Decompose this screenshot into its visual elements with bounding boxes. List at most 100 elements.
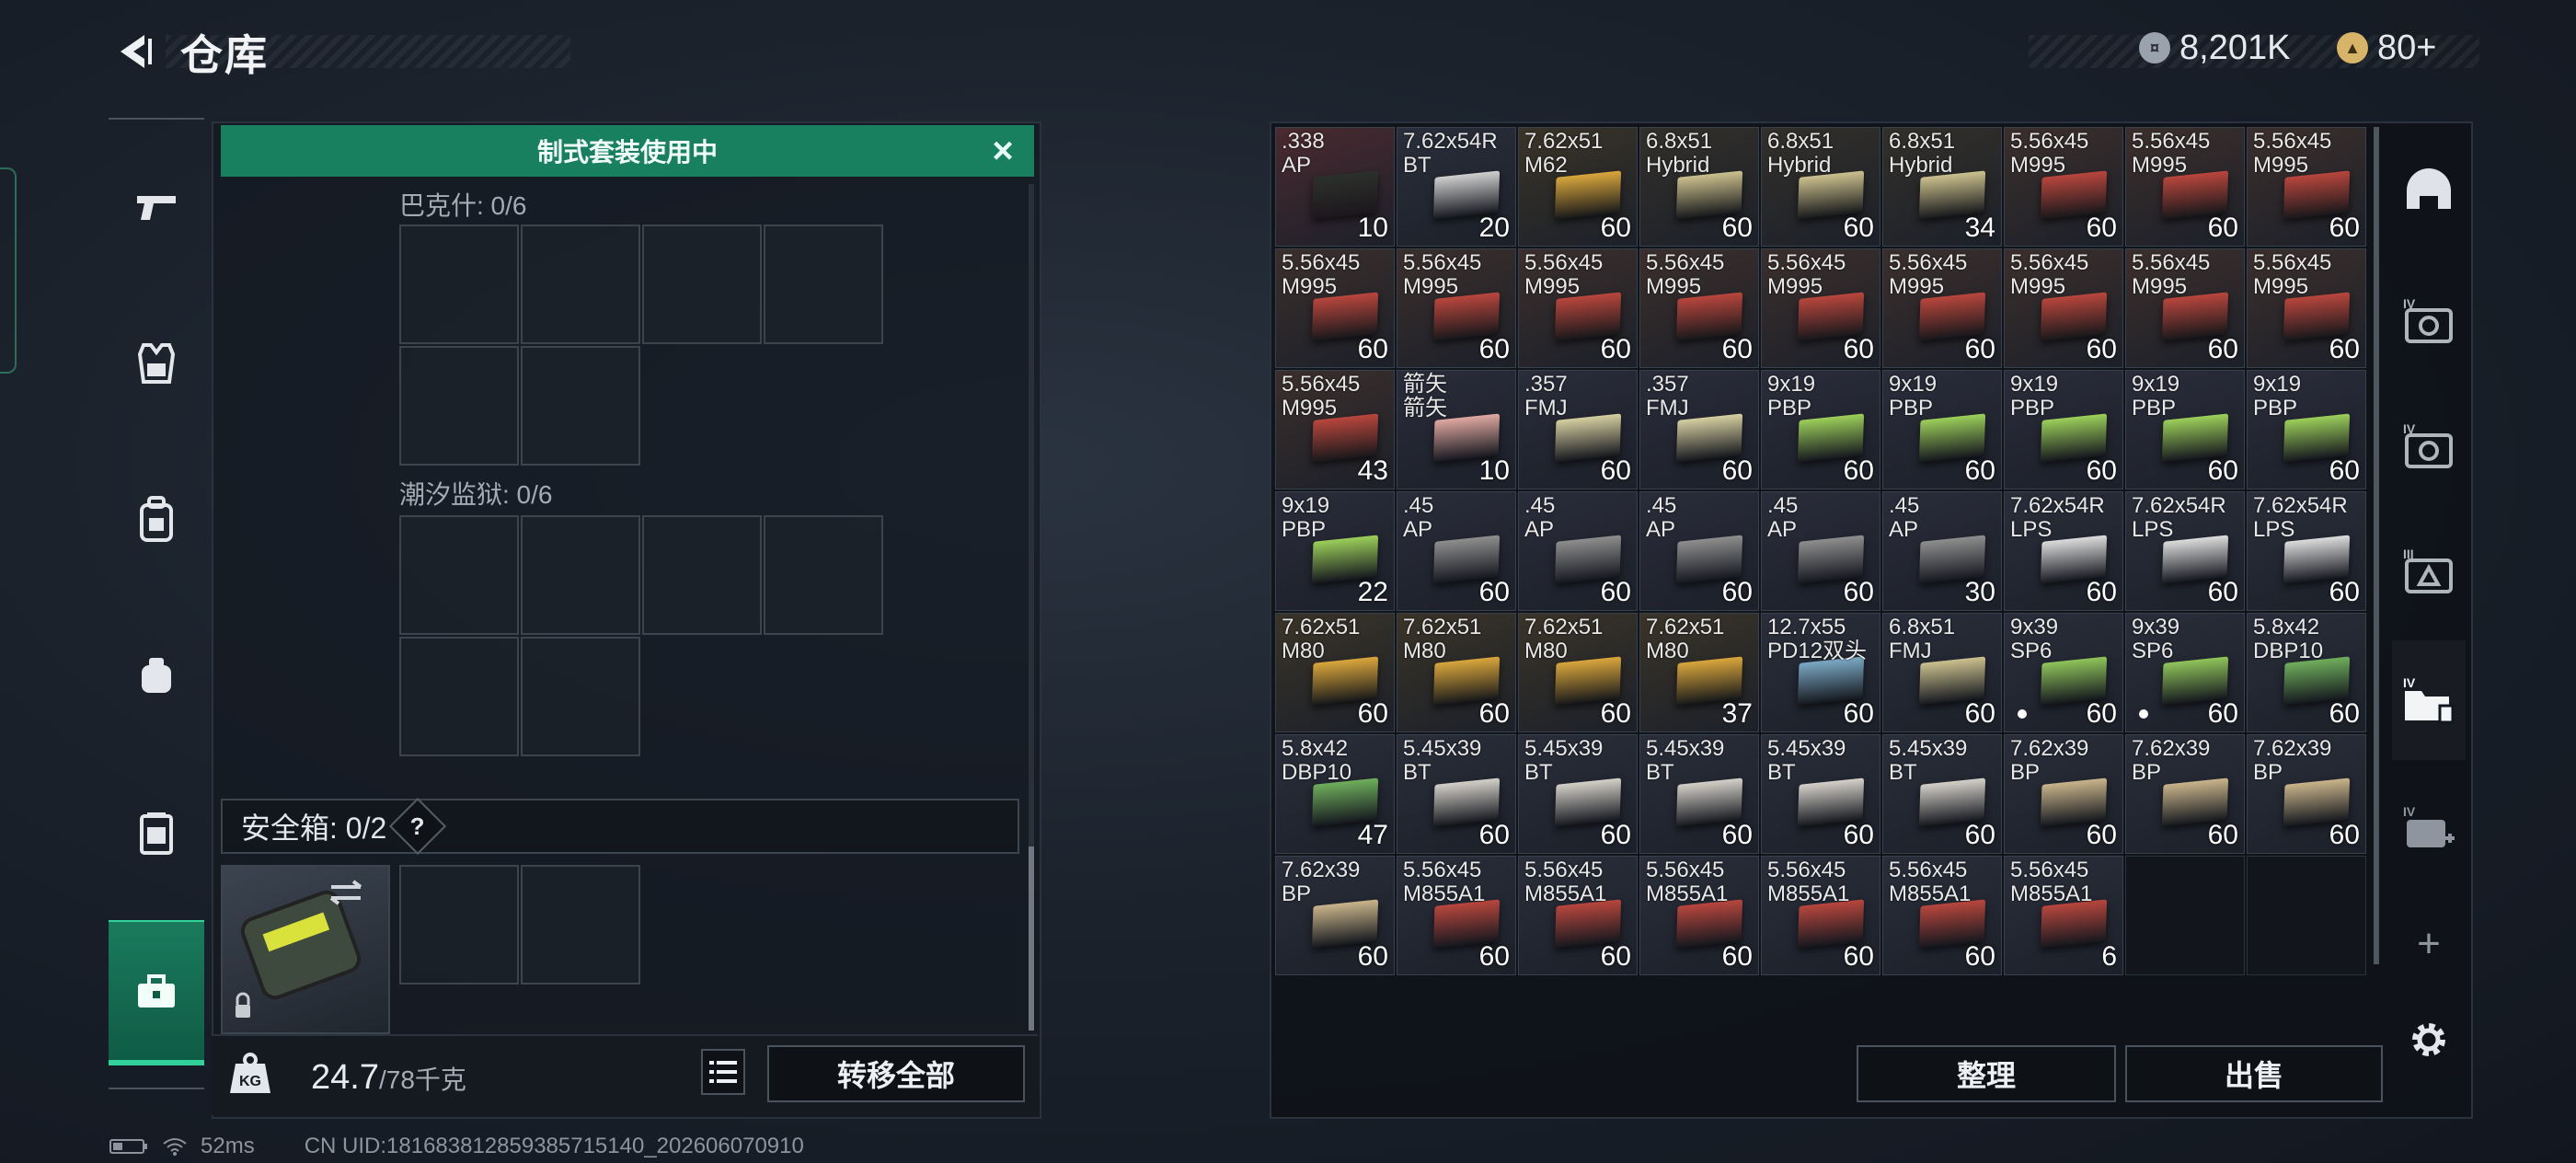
stash-tab-3[interactable]: IV xyxy=(2392,386,2466,506)
stash-item[interactable]: 5.56x45 M995 60 xyxy=(2004,248,2123,368)
stash-item[interactable]: 7.62x51 M80 60 xyxy=(1397,613,1516,732)
left-scrollbar-thumb[interactable] xyxy=(1029,846,1034,1031)
stash-item[interactable]: 5.56x45 M995 60 xyxy=(2247,127,2366,247)
stash-item[interactable]: 5.45x39 BT 60 xyxy=(1518,734,1638,854)
nav-weapon[interactable] xyxy=(109,138,204,276)
grid1-slot[interactable] xyxy=(399,225,519,344)
stash-item[interactable]: 9x19 PBP 60 xyxy=(2125,370,2245,489)
grid1-slot[interactable] xyxy=(642,225,762,344)
stash-item[interactable]: 5.56x45 M855A1 60 xyxy=(1761,856,1880,975)
back-button[interactable] xyxy=(103,24,167,79)
stash-item[interactable]: 5.56x45 M855A1 6 xyxy=(2004,856,2123,975)
stash-empty-slot[interactable] xyxy=(2247,856,2366,975)
stash-item[interactable]: .357 FMJ 60 xyxy=(1518,370,1638,489)
stash-item[interactable]: 箭矢 箭矢 10 xyxy=(1397,370,1516,489)
stash-item[interactable]: 9x19 PBP 60 xyxy=(1882,370,2002,489)
stash-item[interactable]: 6.8x51 Hybrid 34 xyxy=(1882,127,2002,247)
stash-item[interactable]: 7.62x54R LPS 60 xyxy=(2004,491,2123,611)
nav-backpack[interactable] xyxy=(109,451,204,589)
safe-box-item[interactable] xyxy=(221,865,390,1034)
nav-toolbox[interactable] xyxy=(109,920,204,1065)
side-drawer-tab[interactable] xyxy=(0,167,17,374)
stash-item[interactable]: 5.56x45 M855A1 60 xyxy=(1518,856,1638,975)
safe-slot[interactable] xyxy=(521,865,640,985)
stash-item[interactable]: 5.56x45 M855A1 60 xyxy=(1639,856,1759,975)
grid1-slot[interactable] xyxy=(764,225,883,344)
grid1-slot[interactable] xyxy=(521,225,640,344)
list-view-button[interactable] xyxy=(701,1049,745,1095)
stash-item[interactable]: 6.8x51 Hybrid 60 xyxy=(1639,127,1759,247)
transfer-all-button[interactable]: 转移全部 xyxy=(767,1045,1025,1102)
stash-item[interactable]: .45 AP 30 xyxy=(1882,491,2002,611)
stash-item[interactable]: 9x19 PBP 60 xyxy=(1761,370,1880,489)
stash-item[interactable]: 5.45x39 BT 60 xyxy=(1397,734,1516,854)
stash-scrollbar-thumb[interactable] xyxy=(2374,127,2379,964)
stash-empty-slot[interactable] xyxy=(2125,856,2245,975)
stash-item[interactable]: .45 AP 60 xyxy=(1639,491,1759,611)
stash-item[interactable]: 12.7x55 PD12双头 60 xyxy=(1761,613,1880,732)
stash-item[interactable]: 5.8x42 DBP10 47 xyxy=(1275,734,1395,854)
stash-item[interactable]: 7.62x39 BP 60 xyxy=(2247,734,2366,854)
stash-item[interactable]: 5.56x45 M995 43 xyxy=(1275,370,1395,489)
stash-item[interactable]: 6.8x51 FMJ 60 xyxy=(1882,613,2002,732)
stash-item[interactable]: 7.62x51 M62 60 xyxy=(1518,127,1638,247)
grid2-slot[interactable] xyxy=(521,515,640,635)
settings-button[interactable] xyxy=(2392,994,2466,1086)
stash-item[interactable]: 5.56x45 M995 60 xyxy=(2125,248,2245,368)
stash-item[interactable]: 5.56x45 M995 60 xyxy=(2004,127,2123,247)
stash-tab-5[interactable]: IV xyxy=(2392,640,2466,760)
stash-item[interactable]: 5.56x45 M995 60 xyxy=(1397,248,1516,368)
stash-item[interactable]: 5.56x45 M995 60 xyxy=(2125,127,2245,247)
stash-item[interactable]: 5.56x45 M855A1 60 xyxy=(1882,856,2002,975)
stash-item[interactable]: 7.62x51 M80 60 xyxy=(1275,613,1395,732)
stash-item[interactable]: 5.56x45 M995 60 xyxy=(2247,248,2366,368)
stash-item[interactable]: 9x39 SP6 60 xyxy=(2004,613,2123,732)
stash-item[interactable]: 5.56x45 M855A1 60 xyxy=(1397,856,1516,975)
grid2-slot[interactable] xyxy=(399,637,519,756)
grid2-slot[interactable] xyxy=(399,515,519,635)
stash-tab-4[interactable]: III xyxy=(2392,512,2466,631)
stash-item[interactable]: .338 AP 10 xyxy=(1275,127,1395,247)
organize-button[interactable]: 整理 xyxy=(1857,1045,2116,1102)
stash-item[interactable]: 9x39 SP6 60 xyxy=(2125,613,2245,732)
stash-item[interactable]: 5.45x39 BT 60 xyxy=(1761,734,1880,854)
safe-slot[interactable] xyxy=(399,865,519,985)
stash-tab-2[interactable]: IV xyxy=(2392,261,2466,381)
stash-tab-1[interactable] xyxy=(2392,132,2466,252)
stash-item[interactable]: 5.56x45 M995 60 xyxy=(1639,248,1759,368)
stash-item[interactable]: 7.62x54R LPS 60 xyxy=(2247,491,2366,611)
stash-item[interactable]: .357 FMJ 60 xyxy=(1639,370,1759,489)
grid2-slot[interactable] xyxy=(642,515,762,635)
stash-item[interactable]: 7.62x51 M80 37 xyxy=(1639,613,1759,732)
sell-button[interactable]: 出售 xyxy=(2125,1045,2383,1102)
stash-item[interactable]: 7.62x54R LPS 60 xyxy=(2125,491,2245,611)
banner-close-button[interactable]: × xyxy=(984,132,1021,169)
stash-item[interactable]: 5.56x45 M995 60 xyxy=(1275,248,1395,368)
stash-item[interactable]: .45 AP 60 xyxy=(1397,491,1516,611)
stash-item[interactable]: 7.62x39 BP 60 xyxy=(2125,734,2245,854)
stash-item[interactable]: .45 AP 60 xyxy=(1518,491,1638,611)
stash-item[interactable]: 7.62x54R BT 20 xyxy=(1397,127,1516,247)
help-button[interactable]: ? xyxy=(389,797,447,856)
stash-item[interactable]: 5.56x45 M995 60 xyxy=(1518,248,1638,368)
stash-item[interactable]: 6.8x51 Hybrid 60 xyxy=(1761,127,1880,247)
add-stash-tab-button[interactable]: + xyxy=(2392,907,2466,981)
stash-item[interactable]: 7.62x39 BP 60 xyxy=(1275,856,1395,975)
stash-item[interactable]: 7.62x39 BP 60 xyxy=(2004,734,2123,854)
stash-item[interactable]: 9x19 PBP 60 xyxy=(2004,370,2123,489)
stash-item[interactable]: .45 AP 60 xyxy=(1761,491,1880,611)
nav-container[interactable] xyxy=(109,764,204,902)
stash-item[interactable]: 5.8x42 DBP10 60 xyxy=(2247,613,2366,732)
grid2-slot[interactable] xyxy=(764,515,883,635)
stash-item[interactable]: 9x19 PBP 60 xyxy=(2247,370,2366,489)
stash-item[interactable]: 5.45x39 BT 60 xyxy=(1639,734,1759,854)
grid1-slot[interactable] xyxy=(399,346,519,466)
stash-tab-6[interactable]: IV xyxy=(2392,769,2466,889)
currency-gold[interactable]: ▲ 80+ xyxy=(2337,28,2436,68)
nav-vest[interactable] xyxy=(109,294,204,432)
stash-item[interactable]: 5.56x45 M995 60 xyxy=(1882,248,2002,368)
grid2-slot[interactable] xyxy=(521,637,640,756)
stash-item[interactable]: 5.56x45 M995 60 xyxy=(1761,248,1880,368)
nav-pouch[interactable] xyxy=(109,607,204,745)
stash-item[interactable]: 9x19 PBP 22 xyxy=(1275,491,1395,611)
